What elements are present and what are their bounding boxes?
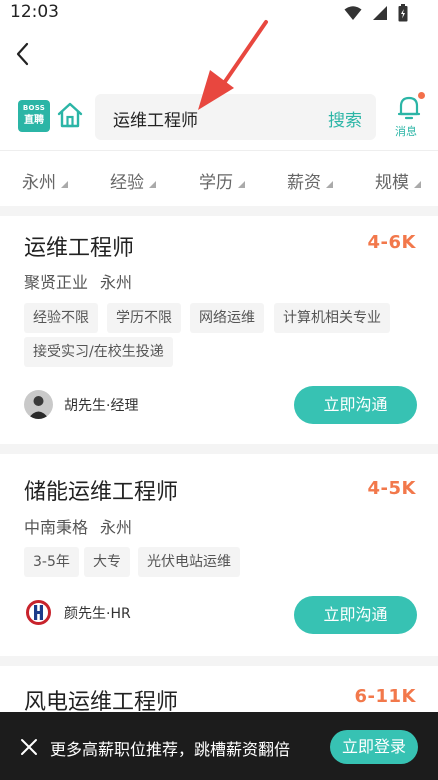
job-tags: 经验不限 学历不限 网络运维 计算机相关专业 接受实习/在校生投递 <box>24 303 424 369</box>
messages-button[interactable]: 消息 <box>394 92 425 140</box>
back-button[interactable] <box>12 40 36 68</box>
section-divider <box>0 656 438 666</box>
job-card[interactable]: 储能运维工程师 4-5K 中南秉格 永州 3-5年 大专 光伏电站运维 颜先生·H… <box>0 454 438 656</box>
job-tag: 网络运维 <box>190 303 264 333</box>
filter-scale-label: 规模 <box>375 173 409 193</box>
notification-dot <box>418 92 425 99</box>
status-bar: 12:03 <box>0 0 438 26</box>
avatar-image <box>24 390 53 419</box>
avatar <box>24 390 53 419</box>
close-icon <box>21 739 37 755</box>
job-card[interactable]: 风电运维工程师 6-11K <box>0 666 438 712</box>
job-tag: 学历不限 <box>107 303 181 333</box>
status-time: 12:03 <box>10 2 59 22</box>
job-tag: 大专 <box>84 547 130 577</box>
login-button[interactable]: 立即登录 <box>330 730 418 764</box>
filter-city-label: 永州 <box>22 173 56 193</box>
messages-label: 消息 <box>395 125 417 138</box>
company-name: 中南秉格 <box>24 518 89 537</box>
banner-close-button[interactable] <box>20 738 38 756</box>
dropdown-triangle-icon <box>238 181 246 188</box>
search-box[interactable]: 运维工程师 搜索 <box>95 94 376 140</box>
dropdown-triangle-icon <box>414 181 422 188</box>
filter-city[interactable]: 永州 <box>22 168 69 193</box>
section-divider <box>0 444 438 454</box>
job-title: 运维工程师 <box>24 236 135 261</box>
dropdown-triangle-icon <box>149 181 157 188</box>
section-divider <box>0 206 438 216</box>
dropdown-triangle-icon <box>61 181 69 188</box>
job-salary: 4-6K <box>367 232 416 253</box>
job-card[interactable]: 运维工程师 4-6K 聚贤正业 永州 经验不限 学历不限 网络运维 计算机相关专业… <box>0 216 438 444</box>
filter-bar: 永州 经验 学历 薪资 规模 <box>0 150 438 206</box>
filter-salary-label: 薪资 <box>287 173 321 193</box>
recruiter: 颜先生·HR <box>24 598 264 628</box>
status-icons <box>344 4 408 22</box>
recruiter-name: 胡先生·经理 <box>64 398 139 414</box>
search-input[interactable]: 运维工程师 <box>113 106 198 131</box>
dropdown-triangle-icon <box>326 181 334 188</box>
job-tag: 计算机相关专业 <box>274 303 390 333</box>
company-logo-icon <box>24 598 53 627</box>
job-tag: 光伏电站运维 <box>138 547 240 577</box>
recruiter: 胡先生·经理 <box>24 390 264 420</box>
recruiter-name: 颜先生·HR <box>64 606 131 622</box>
job-title: 风电运维工程师 <box>24 690 179 712</box>
job-salary: 6-11K <box>354 686 416 707</box>
job-salary: 4-5K <box>367 478 416 499</box>
job-tags: 3-5年 大专 光伏电站运维 <box>24 547 424 579</box>
job-city: 永州 <box>100 518 133 537</box>
boss-logo[interactable]: BOSS 直聘 <box>18 100 50 132</box>
chat-now-button[interactable]: 立即沟通 <box>294 596 417 634</box>
company-name: 聚贤正业 <box>24 273 89 292</box>
battery-icon <box>398 4 408 22</box>
login-banner: 更多高薪职位推荐，跳槽薪资翻倍 立即登录 <box>0 712 438 780</box>
banner-text: 更多高薪职位推荐，跳槽薪资翻倍 <box>50 740 291 759</box>
search-header: BOSS 直聘 运维工程师 搜索 消息 <box>0 92 438 142</box>
job-tag: 经验不限 <box>24 303 98 333</box>
filter-experience[interactable]: 经验 <box>110 168 157 193</box>
job-title: 储能运维工程师 <box>24 480 179 505</box>
logo-line2: 直聘 <box>24 115 44 126</box>
back-chevron-icon <box>16 42 29 66</box>
filter-scale[interactable]: 规模 <box>375 168 422 193</box>
job-city: 永州 <box>100 273 133 292</box>
wifi-icon <box>344 6 362 20</box>
chat-now-button[interactable]: 立即沟通 <box>294 386 417 424</box>
filter-education[interactable]: 学历 <box>199 168 246 193</box>
signal-icon <box>373 6 387 20</box>
filter-experience-label: 经验 <box>110 173 144 193</box>
home-button[interactable] <box>55 100 85 130</box>
filter-education-label: 学历 <box>199 173 233 193</box>
job-tag: 3-5年 <box>24 547 79 577</box>
home-icon <box>57 102 83 128</box>
avatar <box>24 598 53 627</box>
logo-line1: BOSS <box>22 104 46 112</box>
job-company: 中南秉格 永州 <box>24 514 132 538</box>
filter-salary[interactable]: 薪资 <box>287 168 334 193</box>
search-button[interactable]: 搜索 <box>328 106 362 131</box>
job-company: 聚贤正业 永州 <box>24 269 132 293</box>
job-tag: 接受实习/在校生投递 <box>24 337 173 367</box>
